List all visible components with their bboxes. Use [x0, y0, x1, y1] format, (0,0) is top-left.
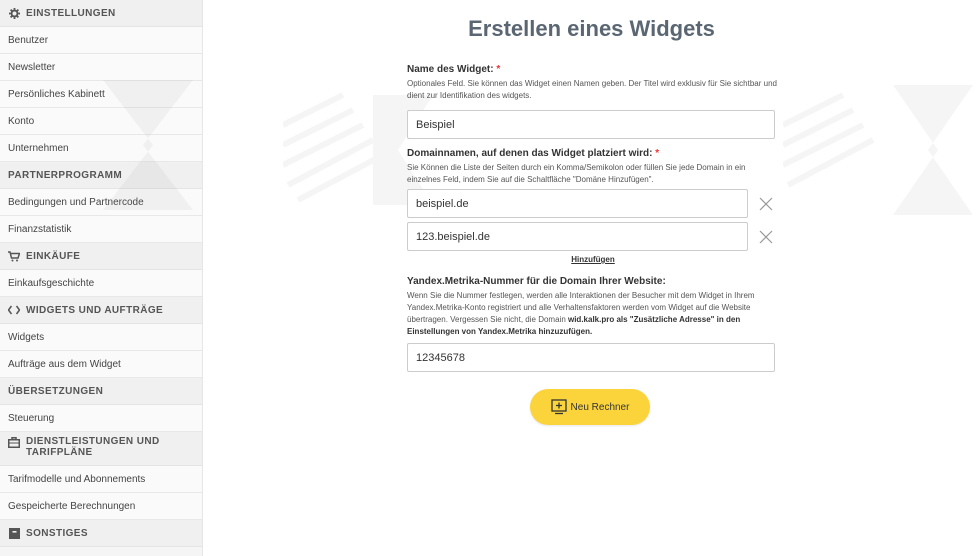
metrika-help: Wenn Sie die Nummer festlegen, werden al… — [407, 290, 779, 338]
sidebar-section-title: WIDGETS UND AUFTRÄGE — [26, 304, 164, 316]
page-title: Erstellen eines Widgets — [468, 16, 715, 41]
calculator-icon — [550, 399, 567, 415]
sidebar-section-title: ÜBERSETZUNGEN — [8, 385, 104, 397]
widget-form: Name des Widget: * Optionales Feld. Sie … — [407, 64, 779, 372]
widget-name-input[interactable]: Beispiel — [407, 110, 775, 139]
domain-input[interactable]: 123.beispiel.de — [407, 222, 748, 251]
watermark-logo-icon — [103, 80, 193, 210]
sidebar-item-benutzer[interactable]: Benutzer — [0, 27, 202, 54]
name-label-text: Name des Widget: — [407, 64, 494, 75]
cart-icon — [8, 250, 20, 262]
sidebar-section-title: EINKÄUFE — [26, 250, 81, 262]
metrika-number-input[interactable]: 12345678 — [407, 343, 775, 372]
sidebar-section-widgets: WIDGETS UND AUFTRÄGE — [0, 297, 202, 324]
sidebar-item-steuerung[interactable]: Steuerung — [0, 405, 202, 432]
domains-label: Domainnamen, auf denen das Widget platzi… — [407, 148, 779, 159]
add-domain-link[interactable]: Hinzufügen — [407, 255, 779, 264]
gear-icon — [8, 7, 20, 19]
sidebar-section-title: DIENSTLEISTUNGEN UND TARIFPLÄNE — [26, 436, 160, 458]
domains-help: Sie Können die Liste der Seiten durch ei… — [407, 163, 746, 184]
sidebar-item-gespeichert[interactable]: Gespeicherte Berechnungen — [0, 493, 202, 520]
sidebar-item-finanzstatistik[interactable]: Finanzstatistik — [0, 216, 202, 243]
domain-row: 123.beispiel.de — [407, 222, 779, 251]
sidebar-section-other: SONSTIGES — [0, 520, 202, 547]
domains-label-text: Domainnamen, auf denen das Widget platzi… — [407, 148, 653, 159]
remove-domain-button[interactable] — [756, 227, 776, 247]
remove-domain-button[interactable] — [756, 194, 776, 214]
sidebar-item-widgets[interactable]: Widgets — [0, 324, 202, 351]
sidebar-item-einkaufsgeschichte[interactable]: Einkaufsgeschichte — [0, 270, 202, 297]
sidebar-section-services: DIENSTLEISTUNGEN UND TARIFPLÄNE — [0, 432, 202, 466]
sidebar-section-title: EINSTELLUNGEN — [26, 7, 116, 19]
sidebar-section-purchases: EINKÄUFE — [0, 243, 202, 270]
briefcase-icon — [8, 436, 20, 448]
sidebar-section-translations: ÜBERSETZUNGEN — [0, 378, 202, 405]
domain-row: beispiel.de — [407, 189, 779, 218]
required-marker: * — [496, 64, 501, 75]
metrika-label: Yandex.Metrika-Nummer für die Domain Ihr… — [407, 276, 666, 287]
sidebar-item-tarifmodelle[interactable]: Tarifmodelle und Abonnements — [0, 466, 202, 493]
code-icon — [8, 304, 20, 316]
sidebar-section-settings: EINSTELLUNGEN — [0, 0, 202, 27]
close-icon — [759, 230, 773, 243]
sidebar-item-auftraege[interactable]: Aufträge aus dem Widget — [0, 351, 202, 378]
sidebar-section-title: SONSTIGES — [26, 527, 88, 539]
domain-input[interactable]: beispiel.de — [407, 189, 748, 218]
close-icon — [759, 197, 773, 210]
box-icon — [8, 527, 20, 539]
new-calculator-label: Neu Rechner — [570, 401, 630, 413]
name-label: Name des Widget: * — [407, 64, 779, 75]
main-content: Erstellen eines Widgets Name des Widget:… — [103, 0, 980, 556]
name-help: Optionales Feld. Sie können das Widget e… — [407, 79, 777, 100]
required-marker: * — [655, 148, 660, 159]
new-calculator-button[interactable]: Neu Rechner — [530, 389, 650, 425]
watermark-logo-icon — [783, 85, 973, 215]
